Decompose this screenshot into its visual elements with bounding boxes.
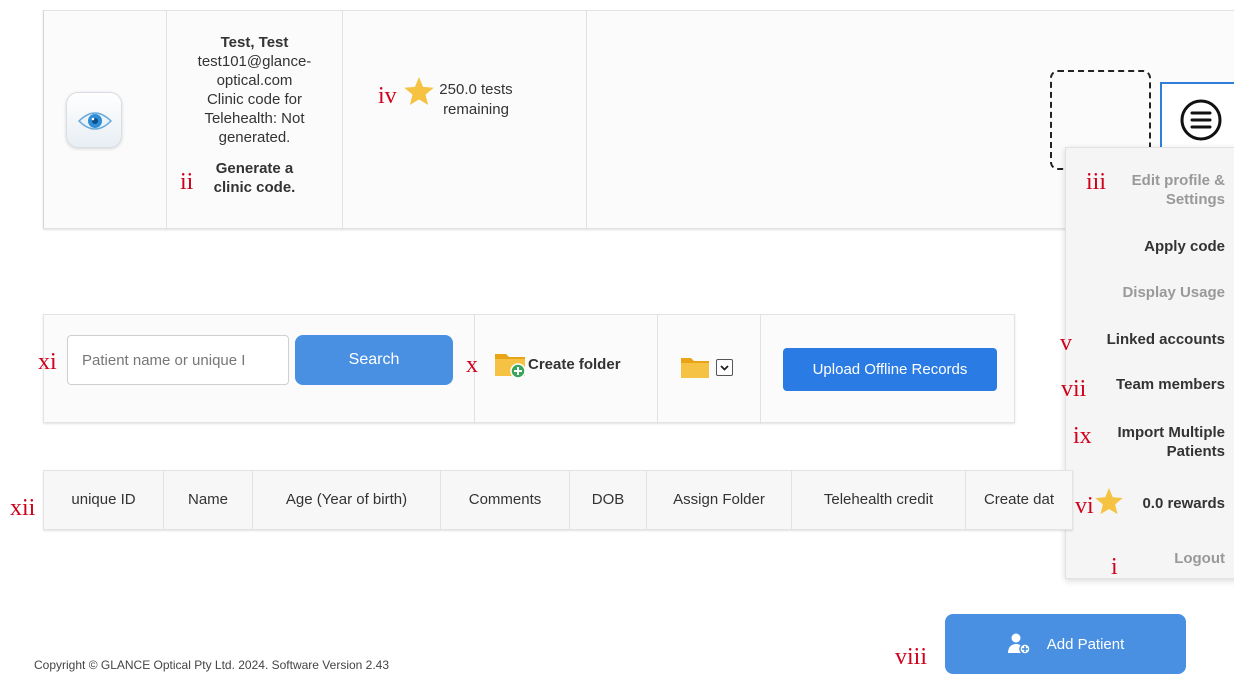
marker-ii: ii	[180, 169, 194, 195]
folder-select[interactable]	[680, 355, 733, 379]
menu-item-edit-profile[interactable]: Edit profile & Settings	[1132, 171, 1225, 209]
divider	[657, 315, 658, 424]
marker-ix: ix	[1073, 423, 1092, 449]
hamburger-menu-icon	[1180, 99, 1222, 141]
marker-xi: xi	[38, 349, 57, 375]
tests-line2: remaining	[443, 101, 509, 118]
rewards-star-icon	[1095, 488, 1123, 515]
search-toolbar: Search Create folder Upload Offline Reco…	[43, 314, 1015, 424]
marker-viii: viii	[895, 644, 928, 670]
menu-item-rewards[interactable]: 0.0 rewards	[1142, 494, 1225, 513]
clinic-code-line3: generated.	[218, 129, 291, 146]
copyright-footer: Copyright © GLANCE Optical Pty Ltd. 2024…	[34, 658, 390, 672]
upload-offline-records-button[interactable]: Upload Offline Records	[783, 348, 997, 391]
create-folder-button[interactable]: Create folder	[494, 349, 621, 379]
marker-v: v	[1060, 330, 1072, 356]
app-logo	[66, 92, 122, 148]
edit-profile-line1: Edit profile &	[1131, 172, 1225, 189]
marker-x: x	[466, 352, 478, 378]
column-header[interactable]: Age (Year of birth)	[253, 471, 441, 529]
add-folder-icon	[495, 354, 526, 379]
user-name: Test, Test	[220, 34, 289, 51]
menu-item-import-patients[interactable]: Import Multiple Patients	[1118, 423, 1226, 461]
edit-profile-line2: Settings	[1165, 191, 1225, 208]
column-header[interactable]: Comments	[441, 471, 570, 529]
column-header[interactable]: Telehealth credit	[792, 471, 966, 529]
add-patient-label: Add Patient	[1046, 635, 1125, 653]
column-header[interactable]: DOB	[570, 471, 647, 529]
column-header[interactable]: Name	[164, 471, 253, 529]
menu-item-display-usage[interactable]: Display Usage	[1122, 283, 1225, 302]
marker-iv: iv	[378, 83, 397, 109]
user-info: Test, Test test101@glance- optical.com C…	[167, 11, 343, 230]
menu-button[interactable]	[1160, 82, 1234, 154]
marker-xii: xii	[10, 495, 36, 521]
menu-item-logout[interactable]: Logout	[1174, 549, 1225, 568]
search-button[interactable]: Search	[295, 335, 453, 385]
marker-vii: vii	[1061, 376, 1087, 402]
add-user-icon	[1007, 633, 1031, 655]
divider	[760, 315, 761, 424]
folder-icon	[681, 358, 709, 378]
add-patient-button[interactable]: Add Patient	[945, 614, 1186, 674]
user-email-line1: test101@glance-	[197, 53, 312, 70]
column-header[interactable]: Create dat	[966, 471, 1072, 529]
tests-remaining-cell: 250.0 tests remaining	[343, 11, 587, 230]
menu-item-linked-accounts[interactable]: Linked accounts	[1107, 330, 1225, 349]
tests-line1: 250.0 tests	[439, 81, 513, 98]
patient-search-input[interactable]	[67, 335, 289, 385]
create-folder-label: Create folder	[528, 355, 621, 373]
clinic-code-line1: Clinic code for	[206, 91, 303, 108]
chevron-down-icon	[716, 358, 733, 376]
marker-vi: vi	[1075, 493, 1094, 519]
menu-item-team-members[interactable]: Team members	[1116, 375, 1225, 394]
tests-remaining: 250.0 tests remaining	[421, 80, 531, 120]
user-email-line2: optical.com	[216, 72, 293, 89]
logo-cell	[44, 11, 167, 230]
clinic-code-line2: Telehealth: Not	[204, 110, 305, 127]
import-line1: Import Multiple	[1117, 424, 1226, 441]
marker-i: i	[1111, 554, 1118, 580]
menu-item-apply-code[interactable]: Apply code	[1144, 237, 1225, 256]
marker-iii: iii	[1086, 169, 1107, 195]
column-header[interactable]: unique ID	[44, 471, 164, 529]
import-line2: Patients	[1166, 443, 1225, 460]
patient-table-header: unique ID Name Age (Year of birth) Comme…	[43, 470, 1073, 530]
column-header[interactable]: Assign Folder	[647, 471, 792, 529]
